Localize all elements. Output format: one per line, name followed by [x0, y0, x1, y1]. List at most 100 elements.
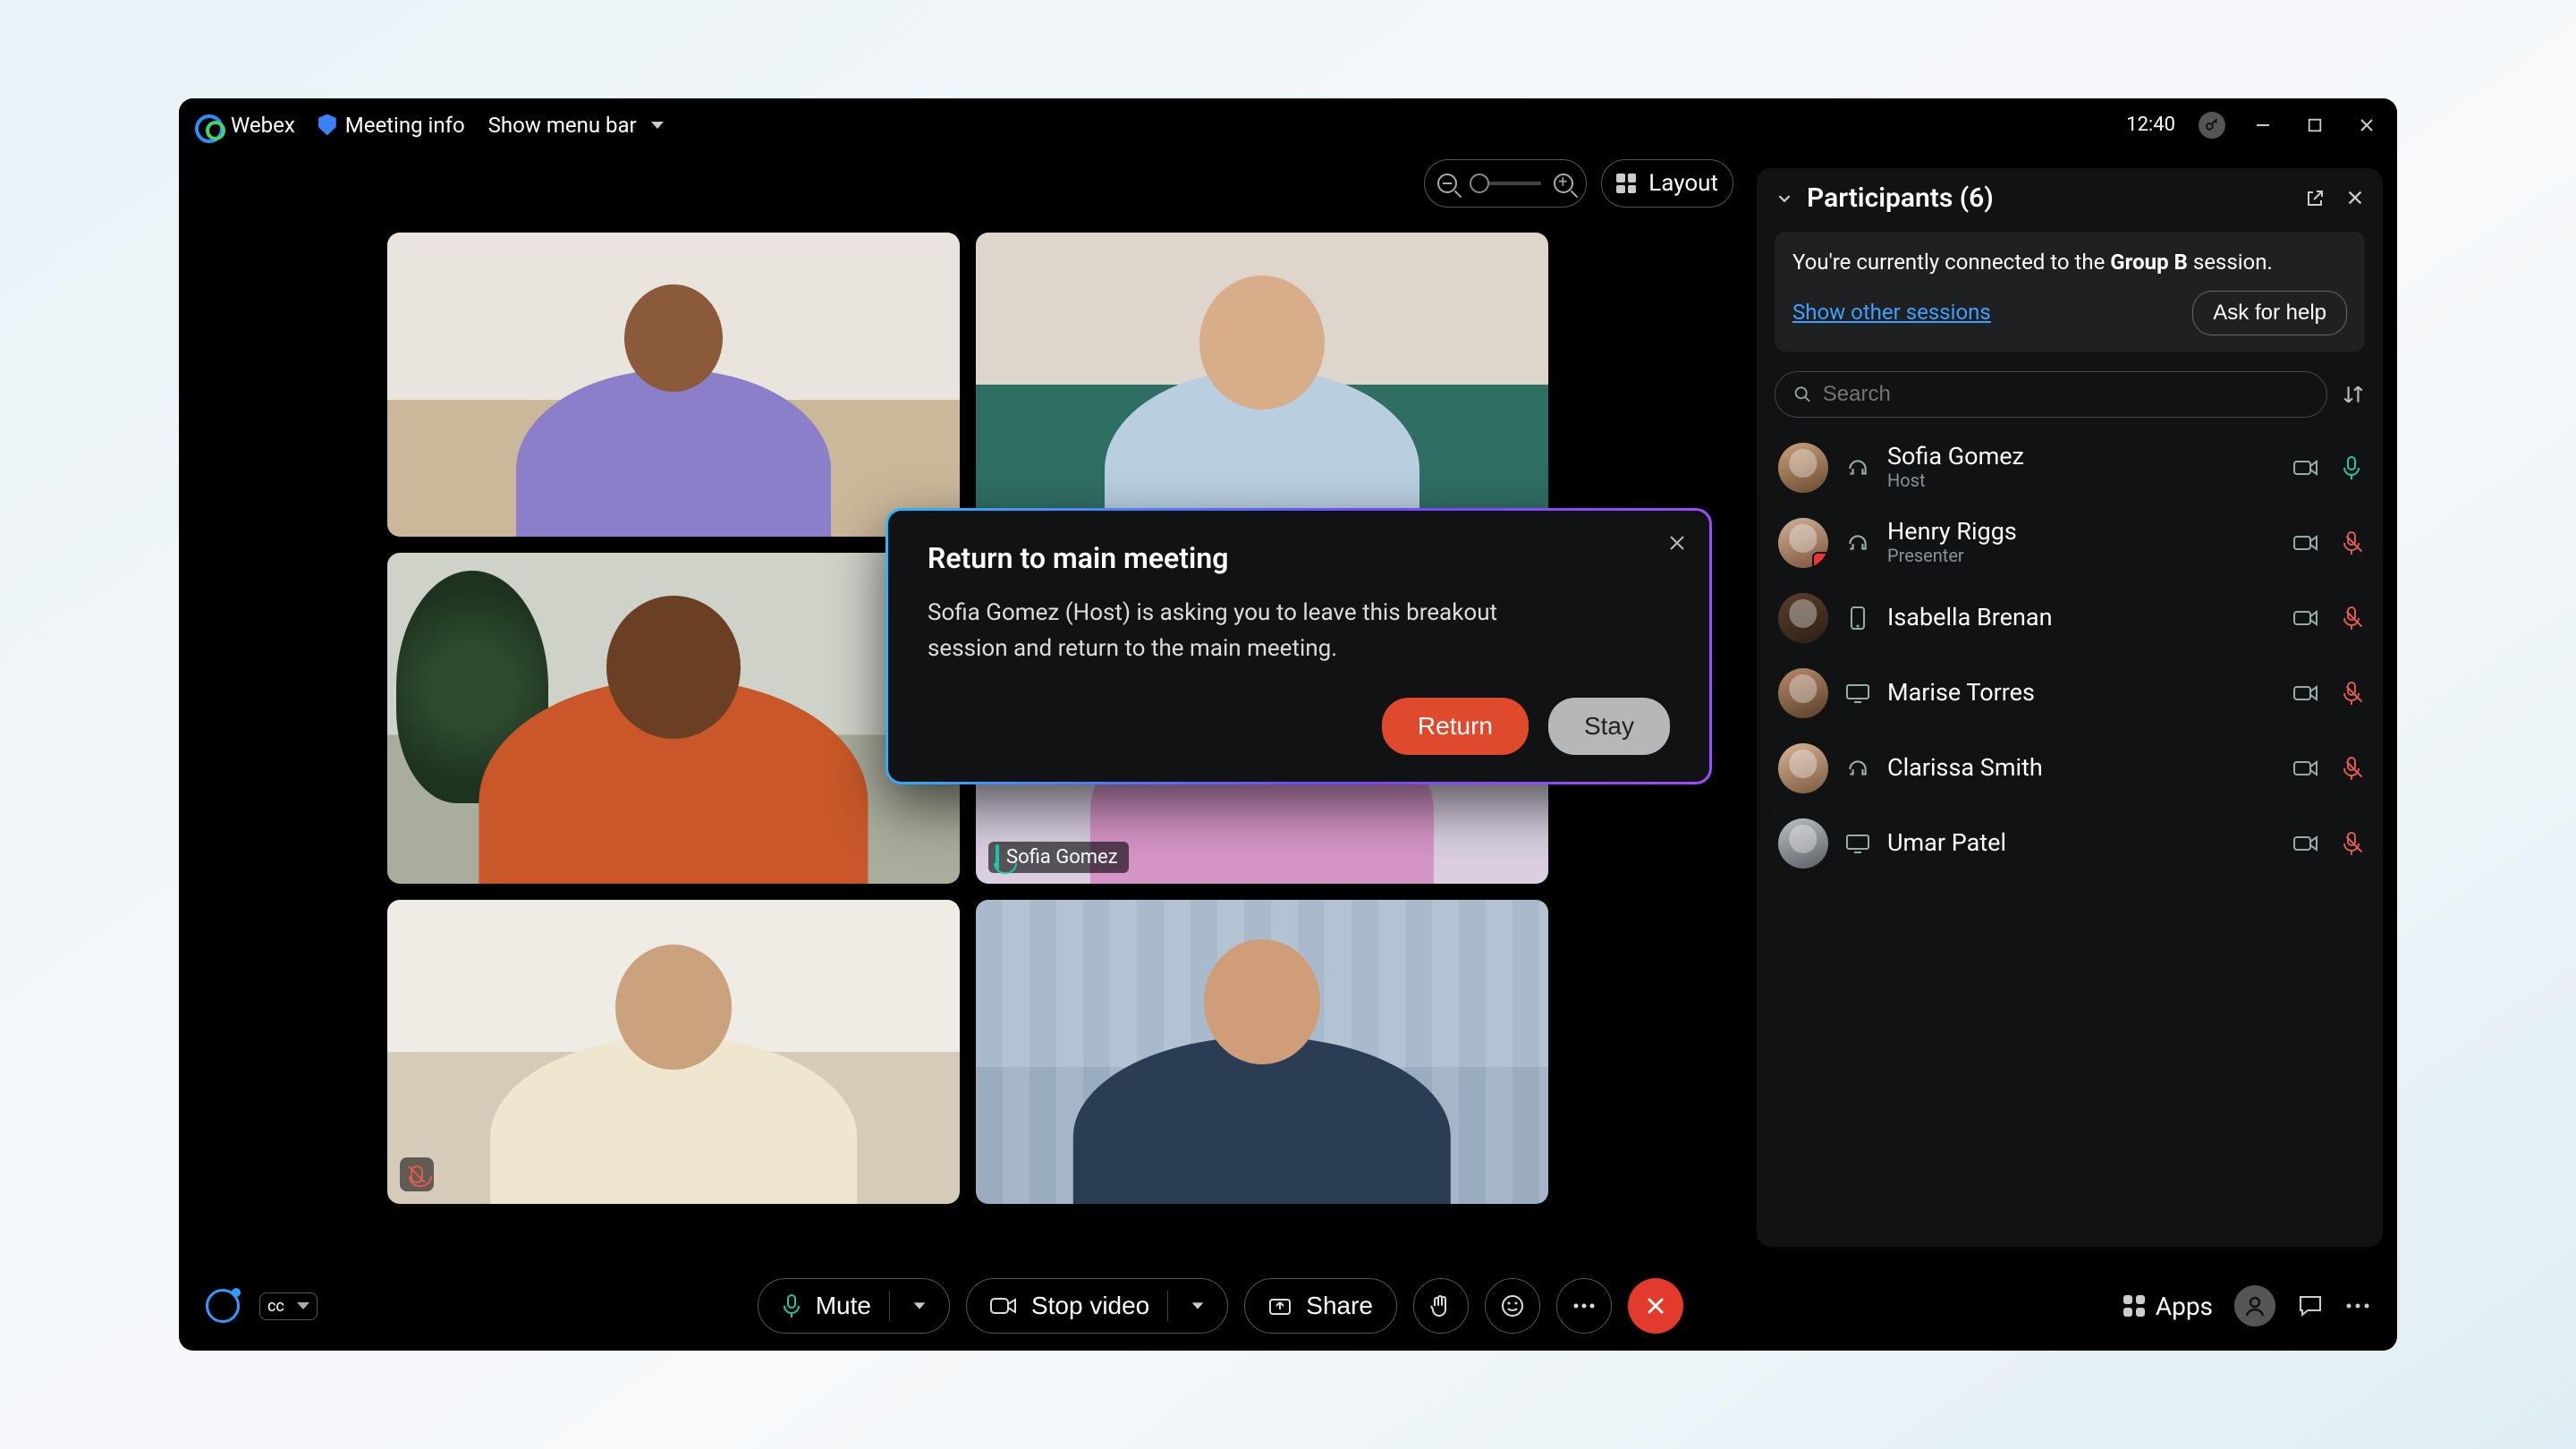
- video-tile[interactable]: [387, 233, 960, 537]
- video-tile[interactable]: [976, 233, 1548, 537]
- dots-icon: [1572, 1302, 1596, 1309]
- zoom-slider[interactable]: [1470, 182, 1541, 185]
- zoom-control[interactable]: [1424, 159, 1587, 208]
- sort-icon[interactable]: [2342, 383, 2365, 406]
- popout-icon[interactable]: [2304, 188, 2326, 209]
- speaker-name-tag: Sofia Gomez: [988, 842, 1129, 873]
- share-label: Share: [1306, 1292, 1373, 1320]
- video-tile[interactable]: [387, 900, 960, 1204]
- participant-row[interactable]: Umar Patel: [1775, 809, 2365, 877]
- close-icon: [1668, 534, 1686, 552]
- camera-icon: [2293, 684, 2318, 702]
- participants-search[interactable]: [1775, 371, 2327, 418]
- participant-row[interactable]: Henry Riggs Presenter: [1775, 509, 2365, 577]
- window-minimize-button[interactable]: [2249, 111, 2277, 140]
- participant-row[interactable]: Sofia Gomez Host: [1775, 434, 2365, 502]
- layout-grid-icon: [1616, 174, 1636, 193]
- more-options-button[interactable]: [1556, 1278, 1612, 1334]
- key-icon: [2205, 118, 2219, 132]
- window-maximize-button[interactable]: [2301, 111, 2329, 140]
- participant-name: Marise Torres: [1887, 680, 2035, 707]
- search-row: [1775, 371, 2365, 418]
- mute-button[interactable]: Mute: [758, 1278, 950, 1334]
- raise-hand-button[interactable]: [1413, 1278, 1469, 1334]
- chat-button[interactable]: [2297, 1292, 2324, 1319]
- session-notice: You're currently connected to the Group …: [1792, 248, 2347, 278]
- participant-name: Sofia Gomez: [1887, 444, 2024, 470]
- participant-name: Clarissa Smith: [1887, 755, 2043, 782]
- maximize-icon: [2307, 117, 2323, 133]
- mobile-icon: [1844, 606, 1871, 631]
- titlebar-right: 12:40: [2126, 111, 2381, 140]
- chevron-down-icon: [297, 1302, 309, 1309]
- mic-muted-icon: [411, 1165, 423, 1183]
- lock-button[interactable]: [2199, 112, 2225, 139]
- participants-panel: Participants (6) You're currently connec…: [1757, 168, 2383, 1247]
- participant-name: Umar Patel: [1887, 830, 2006, 857]
- participants-button[interactable]: [2234, 1285, 2275, 1326]
- mic-off-icon: [2342, 530, 2361, 555]
- participants-list: Sofia Gomez Host: [1775, 434, 2365, 877]
- modal-close-button[interactable]: [1665, 530, 1690, 555]
- participant-name: Isabella Brenan: [1887, 605, 2053, 631]
- ask-for-help-button[interactable]: Ask for help: [2192, 291, 2347, 335]
- chevron-down-icon: [651, 122, 664, 129]
- avatar: [1778, 743, 1828, 793]
- camera-icon: [2293, 459, 2318, 477]
- apps-label: Apps: [2156, 1292, 2213, 1321]
- participant-row[interactable]: Marise Torres: [1775, 659, 2365, 727]
- speaker-name: Sofia Gomez: [1006, 846, 1118, 869]
- stop-video-button[interactable]: Stop video: [966, 1278, 1228, 1334]
- chevron-down-icon[interactable]: [914, 1302, 926, 1309]
- camera-icon: [990, 1296, 1017, 1316]
- participants-header: Participants (6): [1775, 182, 2365, 214]
- stop-video-label: Stop video: [1031, 1292, 1149, 1320]
- mic-off-icon: [2342, 831, 2361, 856]
- assistant-orb-icon[interactable]: [206, 1289, 240, 1323]
- zoom-in-icon: [1554, 174, 1573, 193]
- session-notice-prefix: You're currently connected to the: [1792, 250, 2110, 275]
- stage-top-controls: Layout: [1424, 159, 1733, 208]
- person-icon: [2243, 1294, 2267, 1318]
- window-close-button[interactable]: [2352, 111, 2381, 140]
- session-name: Group B: [2110, 250, 2188, 275]
- video-tile[interactable]: [387, 553, 960, 884]
- meeting-info-button[interactable]: Meeting info: [318, 113, 465, 138]
- participant-row[interactable]: Isabella Brenan: [1775, 584, 2365, 652]
- share-button[interactable]: Share: [1244, 1278, 1397, 1334]
- close-panel-icon[interactable]: [2345, 188, 2365, 208]
- chevron-down-icon[interactable]: [1775, 189, 1794, 208]
- end-call-button[interactable]: [1628, 1278, 1683, 1334]
- apps-button[interactable]: Apps: [2123, 1292, 2213, 1321]
- return-button[interactable]: Return: [1382, 698, 1529, 755]
- stay-button[interactable]: Stay: [1548, 698, 1670, 755]
- participants-search-input[interactable]: [1823, 382, 2309, 407]
- overflow-button[interactable]: [2345, 1302, 2370, 1309]
- mic-icon: [996, 844, 999, 870]
- participant-role: Host: [1887, 470, 2024, 491]
- titlebar: Webex Meeting info Show menu bar 12:40: [179, 98, 2397, 152]
- participant-row[interactable]: Clarissa Smith: [1775, 734, 2365, 802]
- minimize-icon: [2254, 116, 2272, 134]
- muted-badge: [400, 1157, 434, 1191]
- reactions-button[interactable]: [1485, 1278, 1540, 1334]
- share-icon: [1268, 1295, 1292, 1317]
- layout-button[interactable]: Layout: [1601, 159, 1733, 208]
- desktop-icon: [1844, 682, 1871, 704]
- mic-off-icon: [2342, 606, 2361, 631]
- participants-title: Participants (6): [1807, 182, 1994, 214]
- toolbar-left: cc: [206, 1289, 318, 1323]
- zoom-out-icon: [1437, 174, 1457, 193]
- apps-icon: [2123, 1295, 2145, 1317]
- chevron-down-icon[interactable]: [1192, 1302, 1204, 1309]
- app-logo: Webex: [195, 112, 295, 139]
- show-other-sessions-link[interactable]: Show other sessions: [1792, 298, 1991, 328]
- show-menu-bar-button[interactable]: Show menu bar: [488, 113, 664, 138]
- modal-actions: Return Stay: [928, 698, 1670, 755]
- video-tile[interactable]: [976, 900, 1548, 1204]
- captions-button[interactable]: cc: [259, 1292, 318, 1320]
- shield-icon: [318, 114, 336, 136]
- layout-label: Layout: [1648, 170, 1718, 197]
- x-icon: [1644, 1294, 1667, 1318]
- avatar: [1778, 818, 1828, 869]
